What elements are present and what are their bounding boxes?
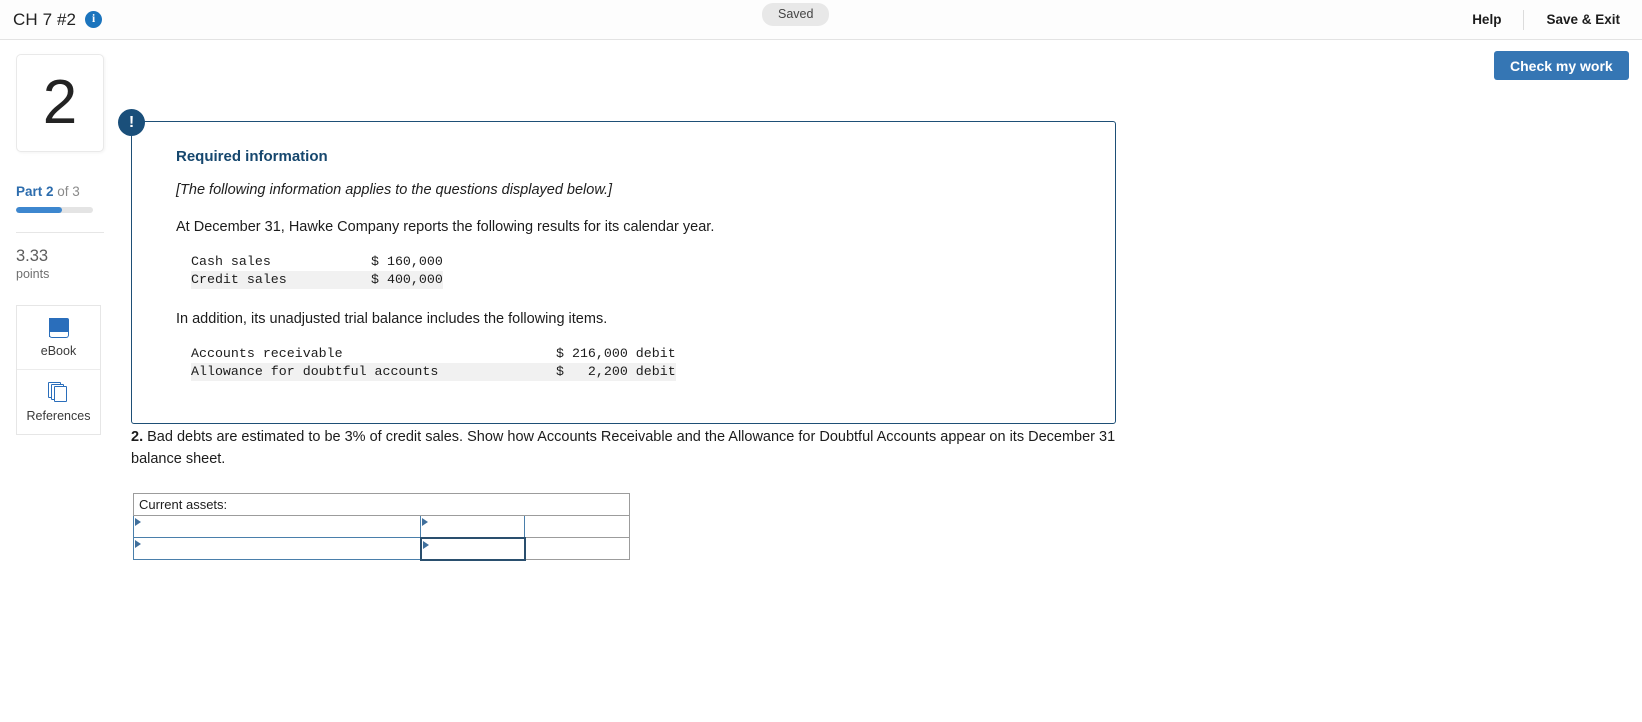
references-label: References — [26, 408, 91, 423]
assignment-title-group: CH 7 #2 i — [13, 9, 103, 30]
answer-cell-row1-total[interactable] — [524, 515, 630, 538]
sidebar-divider — [16, 232, 104, 233]
answer-cell-row2-total[interactable] — [524, 537, 630, 560]
help-link[interactable]: Help — [1450, 12, 1523, 28]
header-actions: Help Save & Exit — [1450, 0, 1642, 40]
question-text: Bad debts are estimated to be 3% of cred… — [131, 429, 1116, 468]
question-sidebar: 2 Part 2 of 3 3.33 points eBook Referenc… — [0, 41, 118, 435]
part-total: of 3 — [53, 184, 80, 199]
table-row: Allowance for doubtful accounts $ 2,200 … — [191, 363, 676, 381]
required-information-note: [The following information applies to th… — [176, 182, 613, 198]
answer-cell-row1-description[interactable] — [133, 515, 421, 538]
current-assets-header: Current assets: — [133, 493, 630, 516]
page-title: CH 7 #2 — [13, 9, 77, 29]
ebook-label: eBook — [40, 343, 77, 358]
required-information-panel: ! Required information [The following in… — [118, 109, 1116, 424]
part-current: Part 2 — [16, 184, 54, 199]
question-number-inline: 2. — [131, 429, 144, 445]
table-row: Credit sales $ 400,000 — [191, 271, 443, 289]
accounts-receivable-label: Accounts receivable — [191, 346, 343, 361]
required-information-intro: At December 31, Hawke Company reports th… — [176, 219, 715, 235]
table-row — [133, 515, 630, 538]
question-number: 2 — [42, 68, 78, 137]
sidebar-tools: eBook References — [16, 305, 101, 435]
info-icon[interactable]: i — [85, 11, 103, 28]
part-indicator: Part 2 of 3 — [16, 184, 118, 199]
check-my-work-button[interactable]: Check my work — [1494, 51, 1629, 80]
answer-table-wrapper: Current assets: — [133, 493, 630, 561]
table-row — [133, 536, 630, 561]
sidebar-item-ebook[interactable]: eBook — [17, 306, 100, 370]
status-badge: Saved — [762, 3, 830, 26]
part-progress-bar — [16, 207, 93, 213]
answer-cell-row2-description[interactable] — [133, 537, 421, 560]
answer-cell-row2-amount[interactable] — [419, 536, 526, 561]
exclamation-icon: ! — [118, 109, 145, 136]
pages-icon — [47, 381, 70, 404]
cash-sales-label: Cash sales — [191, 254, 271, 269]
book-icon — [48, 317, 70, 339]
required-information-heading: Required information — [176, 148, 328, 165]
table-row: Accounts receivable $ 216,000 debit — [191, 345, 676, 363]
trial-balance-table: Accounts receivable $ 216,000 debit Allo… — [191, 345, 676, 381]
table-row: Cash sales $ 160,000 — [191, 253, 443, 271]
sidebar-item-references[interactable]: References — [17, 370, 100, 434]
allowance-amount: $ 2,200 debit — [556, 364, 676, 379]
points-label: points — [16, 267, 50, 281]
balance-sheet-answer-table: Current assets: — [133, 493, 630, 561]
part-progress-fill — [16, 207, 63, 213]
question-prompt: 2. Bad debts are estimated to be 3% of c… — [131, 426, 1121, 471]
save-and-exit-link[interactable]: Save & Exit — [1524, 12, 1642, 28]
points-value: 3.33 — [16, 247, 49, 265]
table-row: Current assets: — [133, 493, 630, 516]
required-information-second-text: In addition, its unadjusted trial balanc… — [176, 311, 608, 327]
sales-data-table: Cash sales $ 160,000 Credit sales $ 400,… — [191, 253, 443, 289]
answer-cell-row1-amount[interactable] — [420, 515, 525, 538]
required-information-body: Required information [The following info… — [132, 122, 1115, 423]
accounts-receivable-amount: $ 216,000 debit — [556, 346, 676, 361]
credit-sales-label: Credit sales — [191, 272, 287, 287]
allowance-label: Allowance for doubtful accounts — [191, 364, 439, 379]
top-header-bar: CH 7 #2 i Saved Help Save & Exit — [0, 0, 1642, 40]
cash-sales-amount: $ 160,000 — [371, 254, 443, 269]
credit-sales-amount: $ 400,000 — [371, 272, 443, 287]
question-number-card: 2 — [16, 54, 104, 152]
